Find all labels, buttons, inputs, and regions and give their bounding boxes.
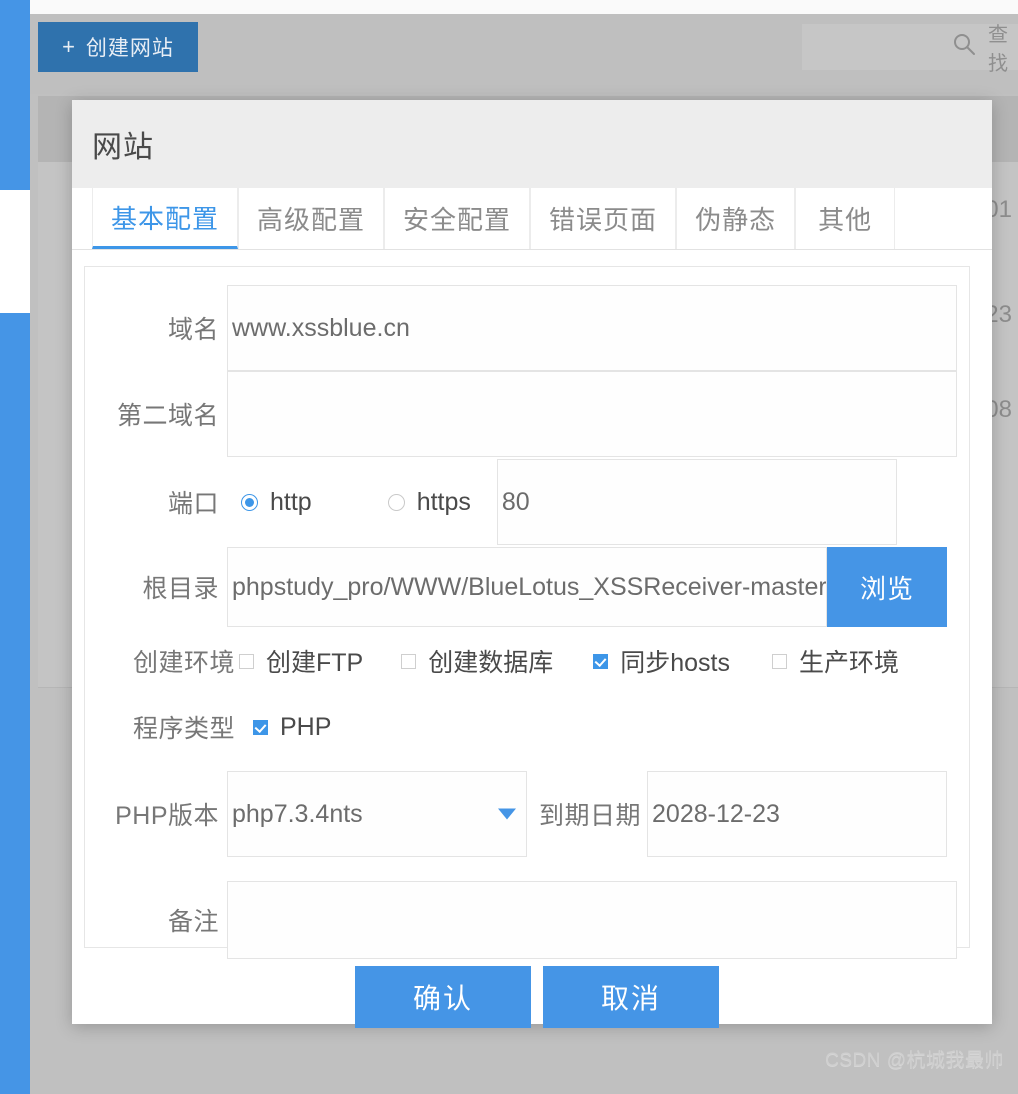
checkbox-production-env[interactable]: 生产环境 xyxy=(772,643,899,679)
tab-label: 错误页面 xyxy=(549,205,658,235)
checkbox-production-env-label: 生产环境 xyxy=(799,649,900,677)
remark-input[interactable] xyxy=(227,881,957,959)
radio-http-indicator xyxy=(241,493,258,511)
expiry-date-label: 到期日期 xyxy=(539,802,642,830)
php-version-value: php7.3.4nts xyxy=(232,799,363,828)
create-site-button[interactable]: + 创建网站 xyxy=(38,22,198,72)
tab-label: 其他 xyxy=(818,205,873,235)
checkbox-create-ftp[interactable]: 创建FTP xyxy=(239,643,363,679)
dialog-header: 网站 xyxy=(72,100,992,188)
watermark: CSDN @杭城我最帅 xyxy=(825,1050,1004,1071)
field-row-root-directory: 根目录 phpstudy_pro/WWW/BlueLotus_XSSReceiv… xyxy=(85,547,969,627)
cancel-button[interactable]: 取消 xyxy=(543,966,719,1028)
radio-http-label: http xyxy=(270,487,312,516)
radio-https-label: https xyxy=(416,487,471,516)
field-row-port: 端口 http https 80 xyxy=(85,459,969,545)
tab-label: 基本配置 xyxy=(111,203,220,234)
dialog-footer: 确认 取消 xyxy=(72,948,992,1028)
second-domain-label: 第二域名 xyxy=(116,402,219,430)
field-row-remark: 备注 xyxy=(85,881,969,959)
field-row-environment: 创建环境 创建FTP 创建数据库 同步hosts 生产环境 xyxy=(85,643,969,679)
radio-http[interactable]: http xyxy=(241,488,312,517)
checkbox-php-label: PHP xyxy=(280,712,332,741)
tab-security-config[interactable]: 安全配置 xyxy=(384,188,531,249)
plus-icon: + xyxy=(62,34,76,59)
checkbox-sync-hosts[interactable]: 同步hosts xyxy=(593,643,730,679)
rail-segment-top xyxy=(0,0,30,190)
browse-button[interactable]: 浏览 xyxy=(827,547,947,627)
basic-config-form: 域名 www.xssblue.cn 第二域名 端口 http https 80 … xyxy=(84,266,970,959)
tab-error-pages[interactable]: 错误页面 xyxy=(530,188,677,249)
rail-segment-bottom xyxy=(0,313,30,1094)
window-top-strip xyxy=(0,0,1018,14)
checkbox-create-database[interactable]: 创建数据库 xyxy=(401,643,553,679)
tab-other[interactable]: 其他 xyxy=(795,188,896,249)
app-root: 01 23 08 + 创建网站 查找 网站 基本配置 高级配置 安全配置 错误页… xyxy=(0,0,1018,1094)
dialog-tabs: 基本配置 高级配置 安全配置 错误页面 伪静态 其他 xyxy=(72,188,992,250)
confirm-button[interactable]: 确认 xyxy=(355,966,531,1028)
chevron-down-icon xyxy=(498,808,516,820)
checkbox-create-database-label: 创建数据库 xyxy=(428,649,554,677)
field-row-second-domain: 第二域名 xyxy=(85,371,969,457)
tab-label: 高级配置 xyxy=(257,205,366,235)
checkbox-sync-hosts-label: 同步hosts xyxy=(620,649,730,677)
left-rail xyxy=(0,0,30,1094)
field-row-program-type: 程序类型 PHP xyxy=(85,709,969,745)
remark-label: 备注 xyxy=(167,908,219,936)
domain-input[interactable]: www.xssblue.cn xyxy=(227,285,957,371)
program-type-label: 程序类型 xyxy=(132,715,235,743)
port-input[interactable]: 80 xyxy=(496,459,897,545)
checkbox-sync-hosts-indicator xyxy=(593,653,609,669)
php-version-select[interactable]: php7.3.4nts xyxy=(227,771,527,857)
root-directory-input[interactable]: phpstudy_pro/WWW/BlueLotus_XSSReceiver-m… xyxy=(227,547,827,627)
environment-label: 创建环境 xyxy=(132,649,235,677)
checkbox-create-ftp-indicator xyxy=(239,653,254,669)
port-protocol-group: http https xyxy=(227,488,493,517)
search-input[interactable]: 查找 xyxy=(802,24,1018,75)
second-domain-input[interactable] xyxy=(227,371,957,457)
port-label: 端口 xyxy=(167,490,219,518)
php-version-label: PHP版本 xyxy=(115,802,219,830)
dialog-title: 网站 xyxy=(92,131,154,164)
radio-https-indicator xyxy=(387,493,405,511)
tab-rewrite[interactable]: 伪静态 xyxy=(676,188,796,249)
checkbox-production-env-indicator xyxy=(772,653,787,669)
tab-advanced-config[interactable]: 高级配置 xyxy=(238,188,385,249)
checkbox-php[interactable]: PHP xyxy=(253,713,331,742)
expiry-date-input[interactable]: 2028-12-23 xyxy=(647,771,948,857)
field-row-php-version: PHP版本 php7.3.4nts 到期日期 2028-12-23 xyxy=(85,771,969,857)
checkbox-create-ftp-label: 创建FTP xyxy=(266,649,364,677)
checkbox-php-indicator xyxy=(253,719,268,735)
tab-label: 伪静态 xyxy=(695,205,777,235)
root-directory-label: 根目录 xyxy=(142,575,219,603)
radio-https[interactable]: https xyxy=(387,487,471,517)
tab-basic-config[interactable]: 基本配置 xyxy=(92,188,239,249)
create-site-button-label: 创建网站 xyxy=(85,37,174,60)
tab-label: 安全配置 xyxy=(403,205,512,235)
domain-label: 域名 xyxy=(167,316,219,344)
search-placeholder-text: 查找 xyxy=(988,24,1008,75)
website-dialog: 网站 基本配置 高级配置 安全配置 错误页面 伪静态 其他 域名 www.xss… xyxy=(72,100,992,1028)
search-icon xyxy=(952,32,976,62)
checkbox-create-database-indicator xyxy=(401,653,417,669)
field-row-domain: 域名 www.xssblue.cn xyxy=(85,285,969,371)
